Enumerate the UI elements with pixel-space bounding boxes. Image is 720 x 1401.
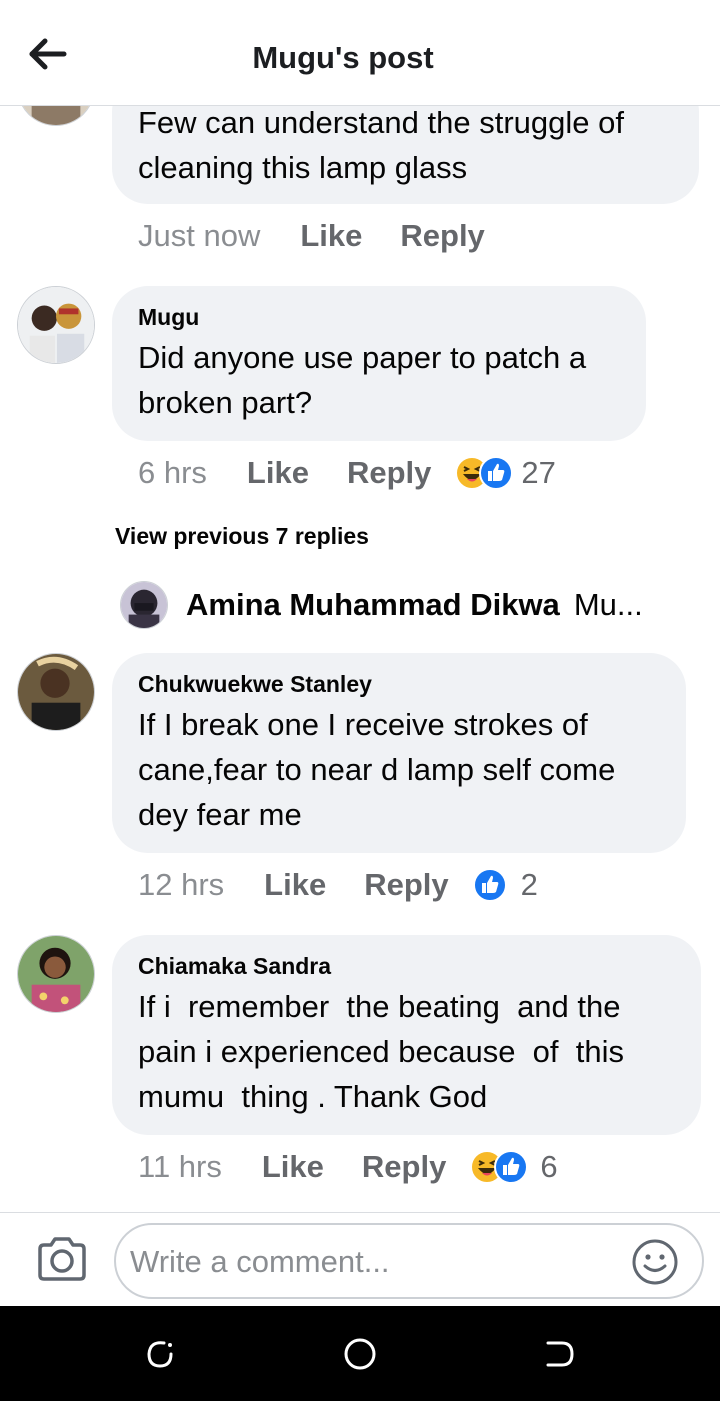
reply-author: Amina Muhammad Dikwa bbox=[186, 587, 560, 622]
comment-time: 12 hrs bbox=[138, 867, 225, 902]
avatar[interactable] bbox=[17, 935, 95, 1013]
reply-button[interactable]: Reply bbox=[400, 218, 484, 254]
like-button[interactable]: Like bbox=[264, 867, 326, 903]
camera-icon[interactable] bbox=[34, 1235, 90, 1283]
reaction-count: 6 bbox=[540, 1149, 558, 1184]
like-icon bbox=[494, 1150, 529, 1184]
home-icon[interactable] bbox=[342, 1336, 378, 1372]
comment-time: Just now bbox=[138, 218, 261, 253]
system-navigation-bar bbox=[0, 1306, 720, 1401]
reply-button[interactable]: Reply bbox=[347, 455, 431, 491]
reaction-count: 27 bbox=[521, 455, 556, 490]
comment-text: If I break one I receive strokes of cane… bbox=[138, 707, 616, 832]
avatar[interactable] bbox=[17, 286, 95, 364]
back-icon[interactable] bbox=[542, 1336, 578, 1372]
comment-composer bbox=[0, 1212, 720, 1306]
comment-meta: Just now Like Reply bbox=[138, 218, 523, 254]
comment-meta: 12 hrs Like Reply 2 bbox=[138, 867, 538, 903]
reply-snippet: Mu... bbox=[573, 587, 643, 622]
reaction-summary[interactable]: 2 bbox=[472, 867, 538, 903]
comment-author[interactable]: Chiamaka Sandra bbox=[138, 953, 675, 980]
reaction-count: 2 bbox=[520, 867, 538, 902]
like-icon bbox=[472, 868, 507, 902]
view-previous-replies-link[interactable]: View previous 7 replies bbox=[115, 523, 369, 550]
comment-input-box[interactable] bbox=[114, 1223, 704, 1299]
comment-text: Did anyone use paper to patch a broken p… bbox=[138, 340, 587, 420]
avatar[interactable] bbox=[17, 653, 95, 731]
comment-bubble[interactable]: Chiamaka Sandra If i remember the beatin… bbox=[112, 935, 701, 1135]
reaction-summary[interactable]: 27 bbox=[455, 455, 556, 491]
reaction-summary[interactable]: 6 bbox=[470, 1149, 558, 1185]
comment-author[interactable]: Chukwuekwe Stanley bbox=[138, 671, 660, 698]
comment-text: If i remember the beating and the pain i… bbox=[138, 989, 633, 1114]
like-icon bbox=[479, 456, 514, 490]
comment-bubble[interactable]: Few can understand the struggle of clean… bbox=[112, 106, 699, 204]
like-button[interactable]: Like bbox=[247, 455, 309, 491]
comment-time: 11 hrs bbox=[138, 1149, 222, 1184]
comment-meta: 11 hrs Like Reply 6 bbox=[138, 1149, 558, 1185]
avatar[interactable] bbox=[17, 106, 95, 126]
comment-time: 6 hrs bbox=[138, 455, 207, 490]
comment-text: Few can understand the struggle of clean… bbox=[138, 106, 624, 185]
like-button[interactable]: Like bbox=[300, 218, 362, 254]
comment-author[interactable]: Mugu bbox=[138, 304, 620, 331]
emoji-picker-icon[interactable] bbox=[630, 1237, 680, 1287]
comment-meta: 6 hrs Like Reply 27 bbox=[138, 455, 556, 491]
reply-button[interactable]: Reply bbox=[362, 1149, 446, 1185]
page-title: Mugu's post bbox=[252, 40, 434, 75]
recent-apps-icon[interactable] bbox=[142, 1336, 178, 1372]
comment-bubble[interactable]: Mugu Did anyone use paper to patch a bro… bbox=[112, 286, 646, 441]
reply-preview[interactable]: Amina Muhammad Dikwa Mu... bbox=[120, 580, 680, 630]
avatar bbox=[120, 581, 168, 629]
comment-input[interactable] bbox=[130, 1237, 620, 1287]
comment-bubble[interactable]: Chukwuekwe Stanley If I break one I rece… bbox=[112, 653, 686, 853]
reply-button[interactable]: Reply bbox=[364, 867, 448, 903]
like-button[interactable]: Like bbox=[262, 1149, 324, 1185]
comment-feed[interactable]: Few can understand the struggle of clean… bbox=[0, 106, 720, 1212]
top-bar: Mugu's post bbox=[0, 0, 720, 106]
